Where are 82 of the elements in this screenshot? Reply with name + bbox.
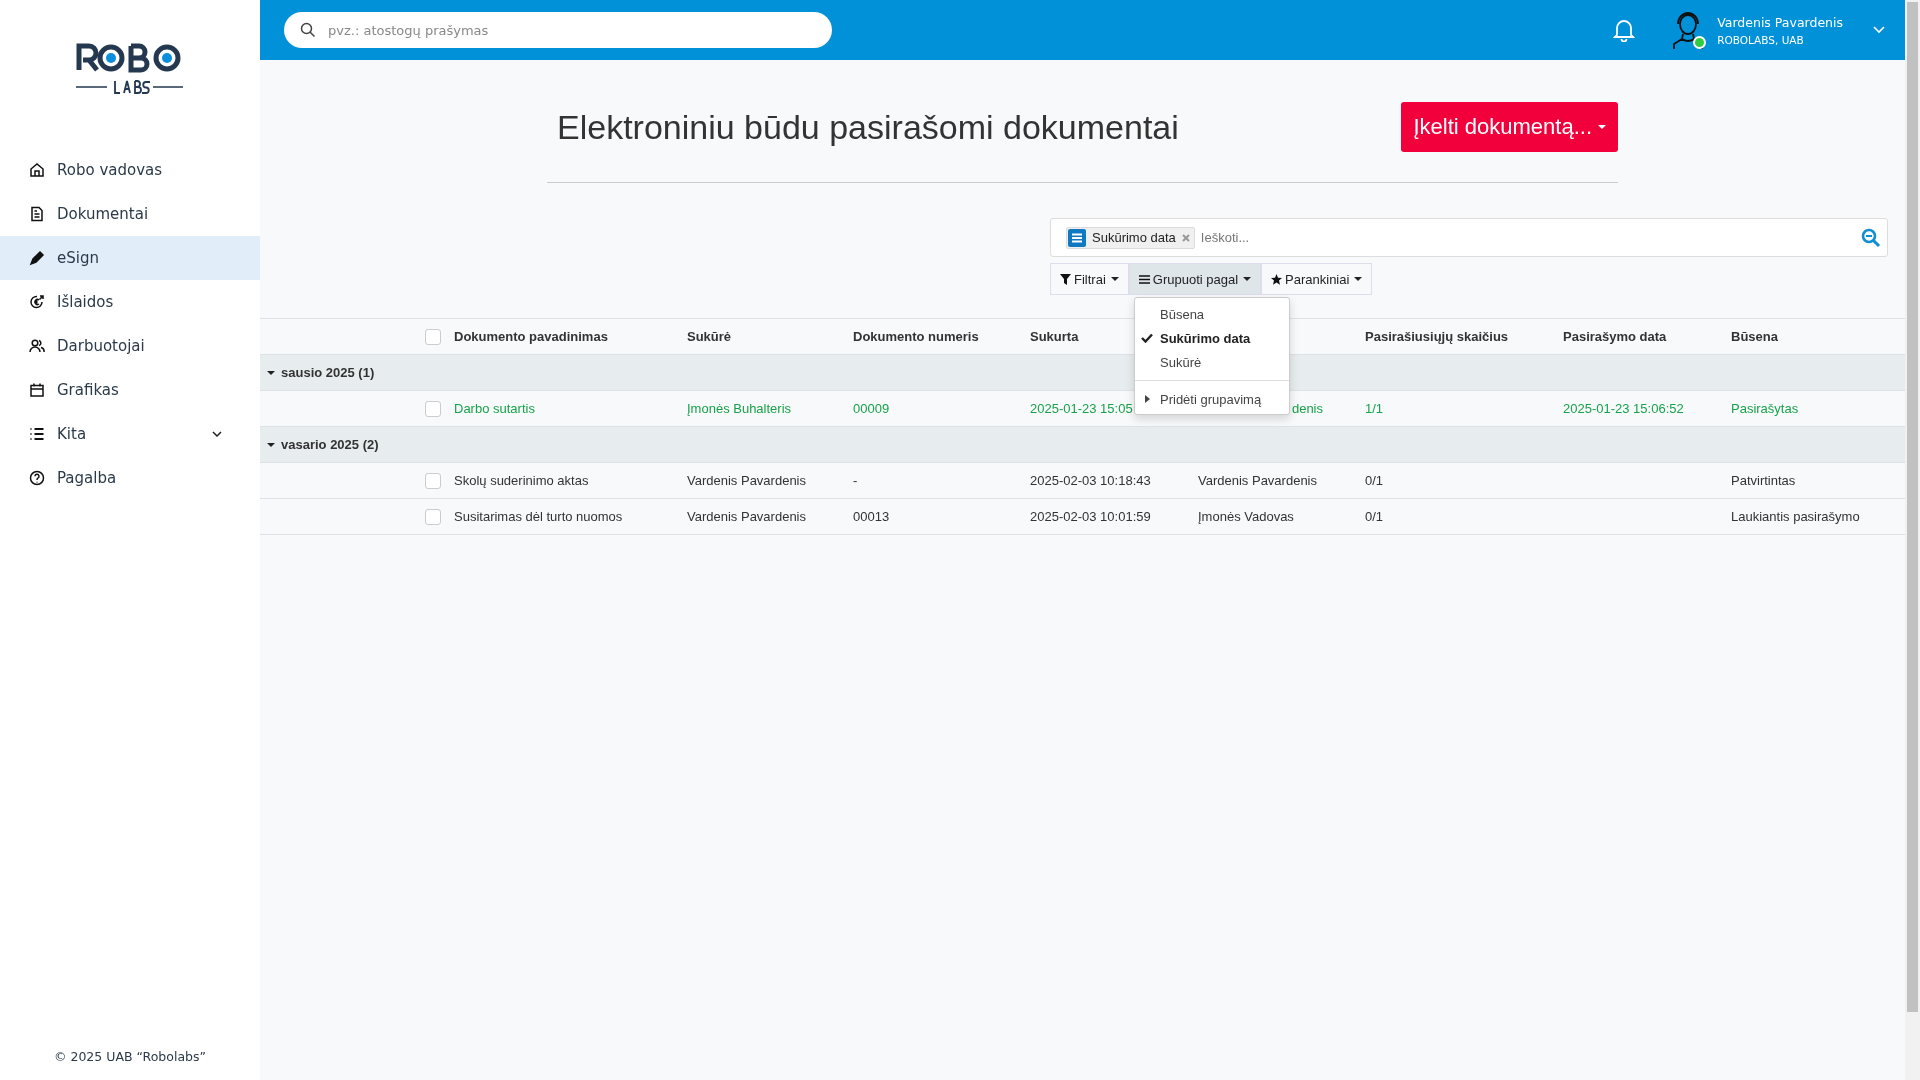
caret-icon [1598, 125, 1606, 129]
close-icon[interactable] [1181, 233, 1190, 242]
column-header[interactable]: Pasirašymo data [1563, 329, 1667, 344]
toolbar-button[interactable]: Grupuoti pagal [1128, 263, 1262, 295]
table-cell: 2025-02-03 10:01:59 [1030, 509, 1151, 524]
upload-document-button[interactable]: Įkelti dokumentą... [1401, 102, 1618, 152]
sidebar-item[interactable]: Dokumentai [0, 192, 260, 236]
table-cell: 0/1 [1365, 473, 1384, 488]
toolbar-button[interactable]: Filtrai [1050, 263, 1129, 295]
home-icon [29, 162, 45, 178]
table-cell: Pasirašytas [1731, 401, 1799, 416]
column-header[interactable]: Dokumento numeris [853, 329, 979, 344]
sidebar-item[interactable]: Darbuotojai [0, 324, 260, 368]
checkbox[interactable] [425, 472, 441, 489]
table-cell: Įmonės Buhalteris [687, 401, 792, 416]
pen-icon [29, 250, 45, 266]
page-title: Elektroniniu būdu pasirašomi dokumentai [557, 107, 1179, 147]
search-field[interactable]: pvz.: atostogų prašymas [284, 12, 832, 48]
menu-item[interactable]: Sukūrimo data [1135, 326, 1289, 350]
star-icon [1271, 273, 1283, 285]
table-cell: Įmonės Vadovas [1198, 509, 1294, 524]
caret-icon [1110, 277, 1119, 281]
search-icon [300, 22, 316, 38]
table-cell: 2025-01-23 15:05 [1030, 401, 1133, 416]
table-cell: Patvirtintas [1731, 473, 1796, 488]
checkbox[interactable] [425, 508, 441, 525]
checkbox[interactable] [425, 400, 441, 417]
column-header[interactable]: Sukūrė [687, 329, 732, 344]
column-header[interactable]: Dokumento pavadinimas [454, 329, 608, 344]
table-cell: 0/1 [1365, 509, 1384, 524]
bars-icon [1138, 273, 1150, 285]
search-field[interactable]: Sukūrimo data Ieškoti... [1050, 218, 1888, 257]
bell-icon[interactable] [1613, 18, 1636, 42]
sidebar-item[interactable]: Kita [0, 412, 260, 456]
sidebar-item[interactable]: Išlaidos [0, 280, 260, 324]
caret-right-icon [1145, 395, 1150, 403]
table-cell: Vardenis Pavardenis [687, 509, 806, 524]
checkbox[interactable] [425, 328, 441, 345]
search-input[interactable]: Ieškoti... [1198, 229, 1857, 246]
table-cell: Darbo sutartis [454, 401, 535, 416]
sidebar-item[interactable]: eSign [0, 236, 260, 280]
check-icon [1141, 333, 1153, 343]
filter-icon [1060, 273, 1071, 285]
search-icon[interactable] [1861, 227, 1881, 248]
help-icon [29, 470, 45, 486]
group-label: vasario 2025 (2) [281, 437, 379, 452]
column-header[interactable]: Pasirašiusiųjų skaičius [1365, 329, 1509, 344]
table-cell: 00013 [853, 509, 890, 524]
sidebar-item[interactable]: Grafikas [0, 368, 260, 412]
list-icon [29, 426, 45, 442]
table-cell: Laukiantis pasirašymo [1731, 509, 1860, 524]
sidebar-item[interactable]: Robo vadovas [0, 148, 260, 192]
group-row[interactable]: vasario 2025 (2) [260, 427, 1905, 463]
user-name: Vardenis Pavardenis [1717, 14, 1843, 30]
chevron-down-icon [212, 431, 222, 437]
table-cell: Skolų suderinimo aktas [454, 473, 589, 488]
menu-item[interactable]: Būsena [1135, 302, 1289, 326]
caret-icon [1243, 277, 1252, 281]
table-cell: - [853, 473, 858, 488]
table-cell: Susitarimas dėl turto nuomos [454, 509, 623, 524]
caret-icon [1354, 277, 1363, 281]
table-cell: 1/1 [1365, 401, 1384, 416]
doc-icon [29, 206, 45, 222]
sidebar-item[interactable]: Pagalba [0, 456, 260, 500]
table-cell: 2025-01-23 15:06:52 [1563, 401, 1684, 416]
table-cell: 00009 [853, 401, 890, 416]
column-header[interactable]: Sukurta [1030, 329, 1079, 344]
company-name: ROBOLABS, UAB [1717, 33, 1805, 46]
copyright-text: © 2025 UAB “Robolabs” [53, 1049, 207, 1064]
toolbar-button[interactable]: Parankiniai [1261, 263, 1373, 295]
people-icon [29, 338, 45, 354]
group-label: sausio 2025 (1) [281, 365, 375, 380]
column-header[interactable]: Būsena [1731, 329, 1778, 344]
filter-facet-tag[interactable]: Sukūrimo data [1066, 226, 1195, 249]
chevron-down-icon[interactable] [1873, 26, 1885, 34]
list-icon [1068, 228, 1086, 247]
table-cell: denis [1291, 401, 1323, 416]
facet-label: Sukūrimo data [1092, 230, 1176, 245]
table-cell: Vardenis Pavardenis [687, 473, 806, 488]
table-cell: 2025-02-03 10:18:43 [1030, 473, 1151, 488]
calendar-icon [29, 382, 45, 398]
table-cell: Vardenis Pavardenis [1198, 473, 1317, 488]
